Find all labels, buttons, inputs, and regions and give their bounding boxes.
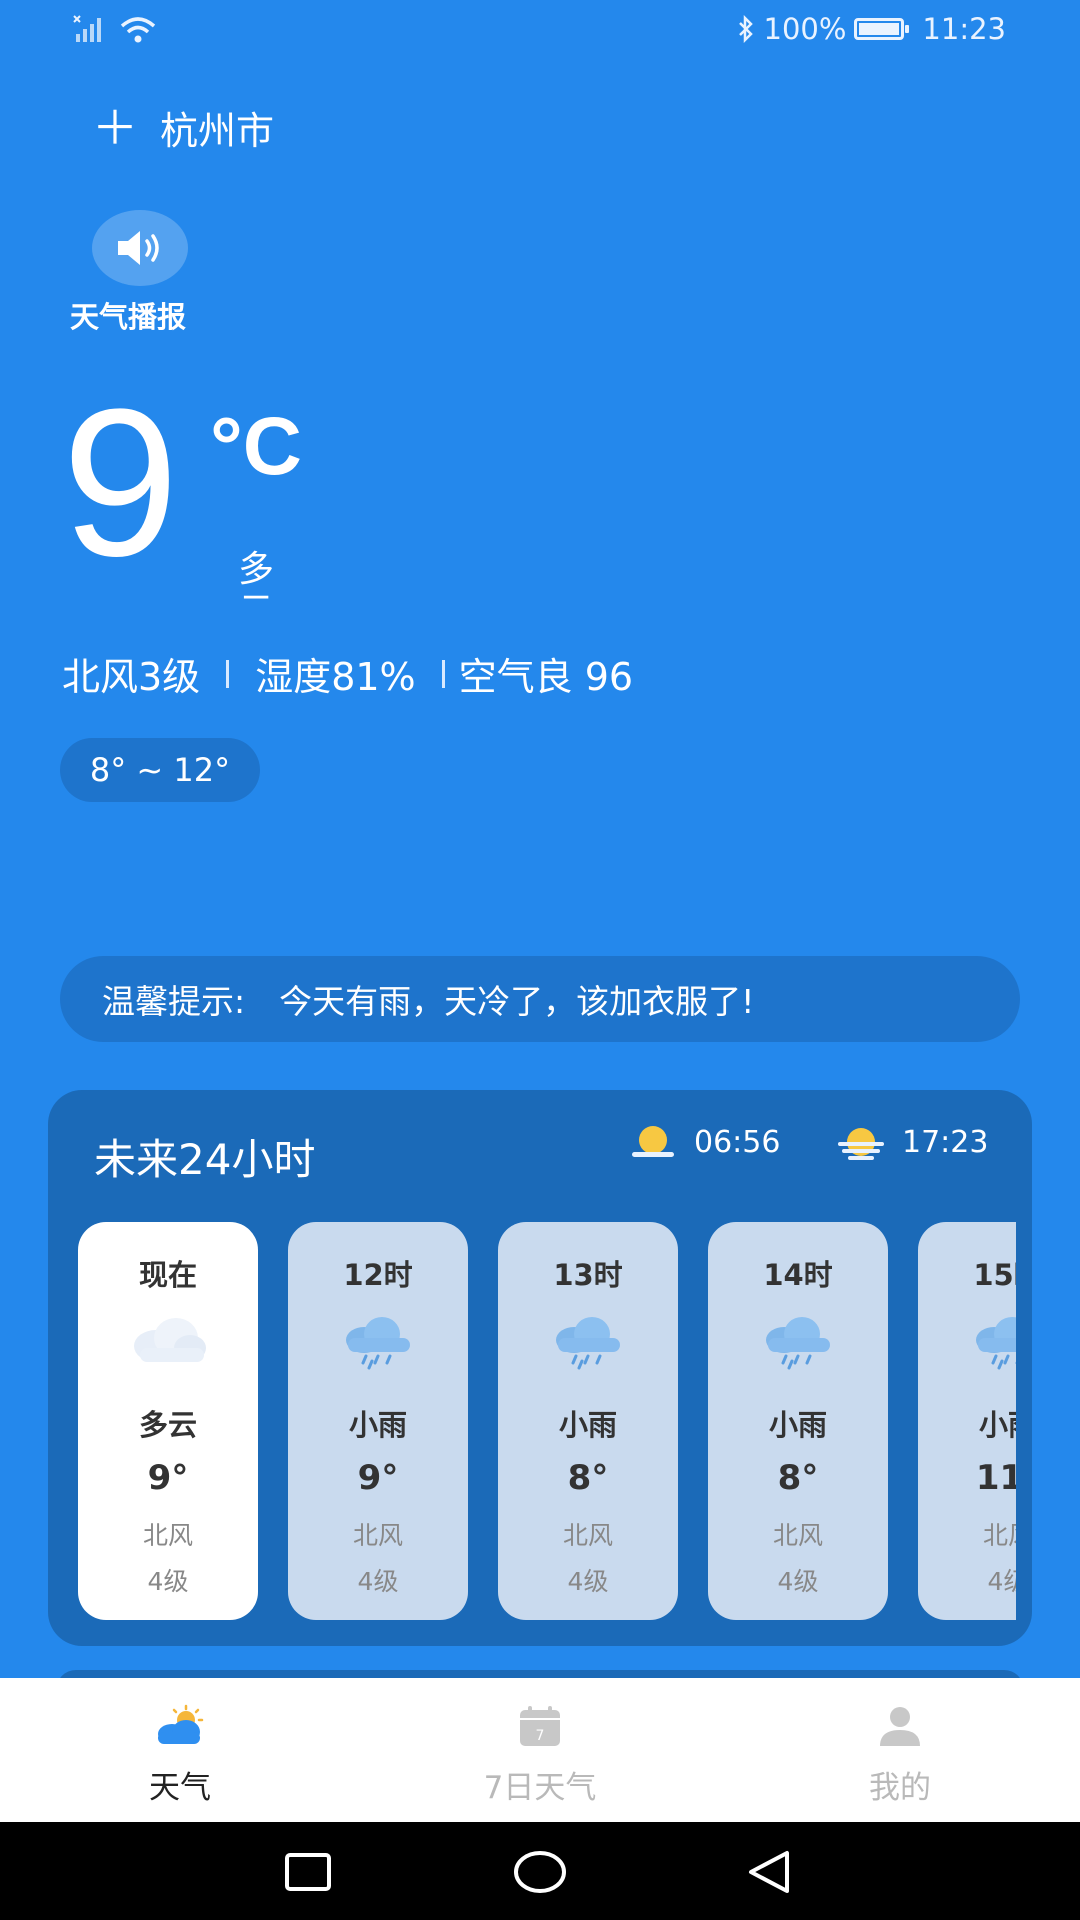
cloudy-icon xyxy=(78,1314,258,1366)
hour-wind-level: 4级 xyxy=(777,1567,819,1596)
weather-broadcast-button[interactable] xyxy=(92,210,188,286)
hourly-title: 未来24小时 xyxy=(94,1135,316,1184)
hour-wind: 北风 xyxy=(142,1521,193,1550)
nav-label-profile: 我的 xyxy=(869,1770,931,1806)
condition-part-2: 云 xyxy=(236,592,276,602)
hour-time: 14时 xyxy=(763,1258,833,1292)
light-rain-icon xyxy=(498,1314,678,1370)
battery-icon xyxy=(854,18,910,40)
sunset-time: 17:23 xyxy=(902,1124,989,1160)
sunrise-icon xyxy=(632,1126,674,1157)
circle-icon xyxy=(514,1851,566,1893)
nav-tab-weather[interactable]: 天气 xyxy=(60,1678,300,1822)
light-rain-icon xyxy=(288,1314,468,1370)
hourly-forecast-card: 未来24小时 06:56 17:23 现在 多云 9° 北风 4级 12时 小雨… xyxy=(48,1090,1032,1646)
status-bar-right: 100% 11:23 xyxy=(736,10,1006,48)
nav-tab-profile[interactable]: 我的 xyxy=(780,1678,1020,1822)
profile-icon xyxy=(780,1704,1020,1748)
add-city-button[interactable]: ＋ 杭州市 xyxy=(92,100,274,155)
hour-time: 13时 xyxy=(553,1258,623,1292)
signal-icon xyxy=(73,15,101,42)
hour-wind: 北风 xyxy=(772,1521,823,1550)
hour-wind-level: 4级 xyxy=(147,1567,189,1596)
hour-temperature: 11° xyxy=(975,1458,1016,1498)
nav-label-weather: 天气 xyxy=(149,1770,211,1806)
tip-text: 今天有雨，天冷了，该加衣服了! xyxy=(279,982,755,1021)
battery-fill xyxy=(859,23,900,35)
hour-temperature: 9° xyxy=(147,1458,189,1498)
hour-wind: 北风 xyxy=(982,1521,1016,1550)
light-rain-icon xyxy=(918,1314,1016,1370)
city-name: 杭州市 xyxy=(160,109,275,153)
bluetooth-icon xyxy=(738,15,753,43)
hour-time: 现在 xyxy=(138,1258,197,1292)
triangle-back-icon xyxy=(749,1851,789,1893)
hour-card-13[interactable]: 13时 小雨 8° 北风 4级 xyxy=(498,1222,678,1620)
hour-card-12[interactable]: 12时 小雨 9° 北风 4级 xyxy=(288,1222,468,1620)
divider xyxy=(226,659,230,688)
hour-condition: 小雨 xyxy=(348,1408,407,1442)
current-temperature: 9 xyxy=(62,365,179,600)
battery-percent: 100% xyxy=(763,12,847,46)
hour-wind: 北风 xyxy=(562,1521,613,1550)
system-nav-bar xyxy=(0,1822,1080,1920)
square-icon xyxy=(285,1853,331,1891)
sunset-icon xyxy=(838,1128,884,1160)
svg-text:7: 7 xyxy=(536,1728,545,1744)
hour-card-15[interactable]: 15时 小雨 11° 北风 4级 xyxy=(918,1222,1016,1620)
tip-label: 温馨提示: xyxy=(102,982,246,1021)
divider xyxy=(441,659,445,688)
sunset: 17:23 xyxy=(836,1122,988,1162)
hour-card-14[interactable]: 14时 小雨 8° 北风 4级 xyxy=(708,1222,888,1620)
back-button[interactable] xyxy=(738,1842,802,1902)
hour-temperature: 8° xyxy=(567,1458,609,1498)
hour-wind-level: 4级 xyxy=(357,1567,399,1596)
hour-wind-level: 4级 xyxy=(567,1567,609,1596)
hour-time: 15时 xyxy=(973,1258,1016,1292)
humidity-info: 湿度81% xyxy=(255,655,416,699)
condition-part-1: 多 xyxy=(237,549,274,590)
sunrise: 06:56 xyxy=(628,1122,780,1162)
tip-banner: 温馨提示: 今天有雨，天冷了，该加衣服了! xyxy=(60,956,1020,1042)
nav-tab-7day[interactable]: 7 7日天气 xyxy=(420,1678,660,1822)
hour-wind-level: 4级 xyxy=(987,1567,1016,1596)
current-stats: 北风3级 湿度81% 空气良 96 xyxy=(62,646,633,701)
status-bar-left xyxy=(72,12,158,46)
speaker-icon xyxy=(118,231,159,265)
hour-time: 12时 xyxy=(343,1258,413,1292)
hour-card-now[interactable]: 现在 多云 9° 北风 4级 xyxy=(78,1222,258,1620)
temperature-range: 8° ~ 12° xyxy=(60,738,260,802)
nav-label-7day: 7日天气 xyxy=(483,1770,597,1806)
air-quality-info: 空气良 96 xyxy=(458,655,634,699)
plus-icon: ＋ xyxy=(92,100,138,155)
current-condition: 多 云 xyxy=(236,549,276,603)
sunrise-time: 06:56 xyxy=(694,1124,781,1160)
hour-condition: 多云 xyxy=(138,1408,197,1442)
weather-icon xyxy=(60,1704,300,1748)
home-button[interactable] xyxy=(508,1842,572,1902)
bottom-nav: 天气 7 7日天气 我的 xyxy=(0,1678,1080,1822)
hour-temperature: 8° xyxy=(777,1458,819,1498)
hour-condition: 小雨 xyxy=(978,1408,1016,1442)
light-rain-icon xyxy=(708,1314,888,1370)
wifi-icon xyxy=(120,17,156,43)
temperature-unit: °C xyxy=(210,401,303,492)
hour-temperature: 9° xyxy=(357,1458,399,1498)
hour-condition: 小雨 xyxy=(768,1408,827,1442)
status-time: 11:23 xyxy=(922,12,1006,46)
wind-info: 北风3级 xyxy=(62,655,201,699)
hourly-list[interactable]: 现在 多云 9° 北风 4级 12时 小雨 9° 北风 4级 13时 小雨 8°… xyxy=(78,1222,1016,1622)
recent-apps-button[interactable] xyxy=(276,1842,340,1902)
calendar-icon: 7 xyxy=(420,1704,660,1748)
hour-wind: 北风 xyxy=(352,1521,403,1550)
hour-condition: 小雨 xyxy=(558,1408,617,1442)
weather-broadcast-label: 天气播报 xyxy=(70,300,187,334)
